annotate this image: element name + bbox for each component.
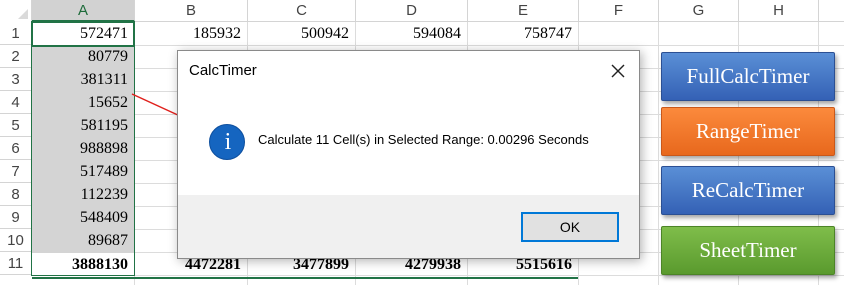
spreadsheet: A B C D E F G H 1 2 3 4 5 6 7 8 9 10 11 … [0, 0, 844, 285]
row-header-11[interactable]: 11 [0, 252, 32, 275]
close-button[interactable] [603, 57, 633, 85]
column-header-b[interactable]: B [135, 0, 248, 22]
column-header-g[interactable]: G [659, 0, 739, 22]
cell-a6[interactable]: 988898 [32, 137, 134, 160]
cell-b1[interactable]: 185932 [135, 22, 247, 45]
info-icon: i [209, 124, 245, 160]
cell-a9[interactable]: 548409 [32, 206, 134, 229]
column-header-c[interactable]: C [248, 0, 356, 22]
cell-a1[interactable]: 572471 [32, 22, 134, 45]
range-timer-button[interactable]: RangeTimer [661, 107, 835, 156]
cell-a4[interactable]: 15652 [32, 91, 134, 114]
cell-a10[interactable]: 89687 [32, 229, 134, 252]
row-header-3[interactable]: 3 [0, 68, 32, 91]
row-header-1[interactable]: 1 [0, 22, 32, 45]
column-header-h[interactable]: H [739, 0, 819, 22]
dialog-body: i Calculate 11 Cell(s) in Selected Range… [178, 91, 639, 195]
row-header-8[interactable]: 8 [0, 183, 32, 206]
full-calc-timer-button[interactable]: FullCalcTimer [661, 52, 835, 101]
dialog-message: Calculate 11 Cell(s) in Selected Range: … [258, 132, 589, 147]
row-header-7[interactable]: 7 [0, 160, 32, 183]
calc-timer-dialog: CalcTimer i Calculate 11 Cell(s) in Sele… [177, 50, 640, 259]
column-header-a[interactable]: A [32, 0, 135, 22]
cell-e1[interactable]: 758747 [468, 22, 578, 45]
select-all-corner[interactable] [0, 0, 32, 22]
close-icon[interactable] [603, 57, 633, 85]
recalc-timer-button[interactable]: ReCalcTimer [661, 166, 835, 215]
row-header-2[interactable]: 2 [0, 45, 32, 68]
cell-c1[interactable]: 500942 [248, 22, 355, 45]
column-header-e[interactable]: E [468, 0, 579, 22]
cell-a2[interactable]: 80779 [32, 45, 134, 68]
column-header-d[interactable]: D [356, 0, 468, 22]
column-header-f[interactable]: F [579, 0, 659, 22]
cell-a7[interactable]: 517489 [32, 160, 134, 183]
row-header-10[interactable]: 10 [0, 229, 32, 252]
row-header-9[interactable]: 9 [0, 206, 32, 229]
dialog-footer: OK [178, 195, 639, 258]
cell-a11[interactable]: 3888130 [32, 253, 134, 276]
cell-d1[interactable]: 594084 [356, 22, 467, 45]
ok-button[interactable]: OK [521, 212, 619, 242]
sheet-timer-button[interactable]: SheetTimer [661, 226, 835, 275]
row-header-5[interactable]: 5 [0, 114, 32, 137]
dialog-titlebar[interactable]: CalcTimer [178, 51, 639, 91]
cell-a3[interactable]: 381311 [32, 68, 134, 91]
cell-a5[interactable]: 581195 [32, 114, 134, 137]
row-header-4[interactable]: 4 [0, 91, 32, 114]
dialog-title: CalcTimer [189, 62, 257, 79]
total-row-border [32, 277, 578, 279]
cell-a8[interactable]: 112239 [32, 183, 134, 206]
row-header-6[interactable]: 6 [0, 137, 32, 160]
